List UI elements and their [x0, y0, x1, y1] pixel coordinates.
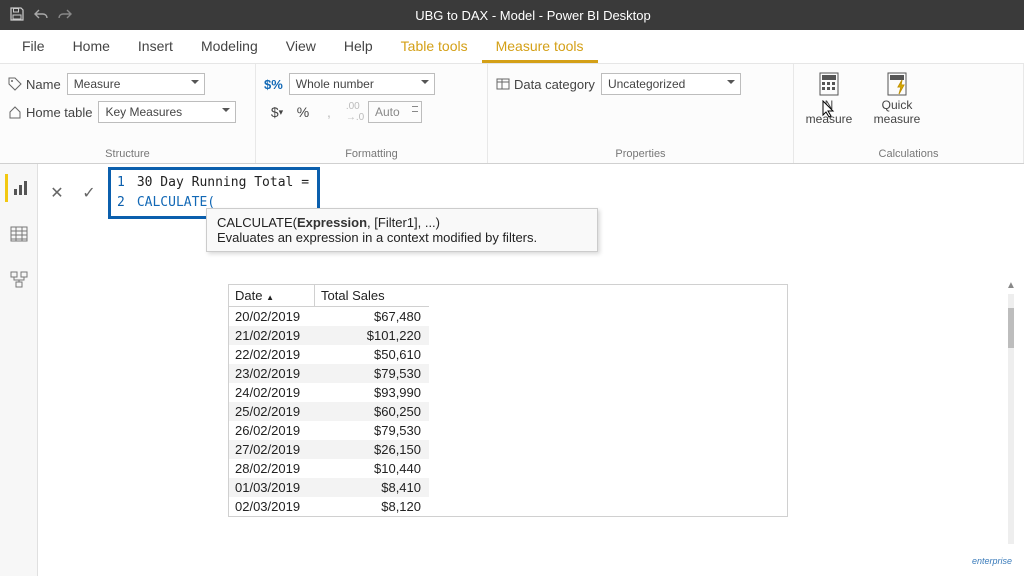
- tab-modeling[interactable]: Modeling: [187, 30, 272, 63]
- formula-commit-button[interactable]: ✓: [76, 180, 102, 206]
- report-view-button[interactable]: [5, 174, 33, 202]
- intellisense-tooltip: CALCULATE(Expression, [Filter1], ...) Ev…: [206, 208, 598, 252]
- table-row[interactable]: 20/02/2019$67,480: [229, 307, 429, 326]
- percent-button[interactable]: %: [290, 99, 316, 125]
- format-icon: $%: [264, 77, 283, 92]
- model-view-button[interactable]: [5, 266, 33, 294]
- scroll-up-arrow[interactable]: ▲: [1006, 280, 1016, 291]
- vertical-scrollbar[interactable]: ▲: [1008, 294, 1014, 544]
- view-switcher: [0, 164, 38, 576]
- titlebar: UBG to DAX - Model - Power BI Desktop: [0, 0, 1024, 30]
- table-row[interactable]: 21/02/2019$101,220: [229, 326, 429, 345]
- model-icon: [10, 271, 28, 289]
- decimal-places-input[interactable]: Auto: [368, 101, 422, 123]
- tooltip-sig-rest: , [Filter1], ...): [367, 215, 440, 230]
- tab-file[interactable]: File: [8, 30, 59, 63]
- tooltip-description: Evaluates an expression in a context mod…: [217, 230, 587, 245]
- col-header-total-sales[interactable]: Total Sales: [315, 285, 427, 306]
- data-table: Date ▲ Total Sales 20/02/2019$67,48021/0…: [229, 285, 429, 516]
- tab-view[interactable]: View: [272, 30, 330, 63]
- table-row[interactable]: 27/02/2019$26,150: [229, 440, 429, 459]
- tag-icon: [8, 77, 22, 91]
- group-label-structure: Structure: [8, 146, 247, 163]
- col-header-date[interactable]: Date ▲: [229, 285, 315, 306]
- save-icon[interactable]: [10, 7, 24, 24]
- data-table-wrap: Date ▲ Total Sales 20/02/2019$67,48021/0…: [228, 284, 788, 517]
- formula-cancel-button[interactable]: ✕: [44, 180, 70, 206]
- ribbon-tabs: File Home Insert Modeling View Help Tabl…: [0, 30, 1024, 64]
- group-structure: Name Measure Home table Key Measures Str…: [0, 64, 256, 163]
- undo-icon[interactable]: [34, 7, 48, 24]
- group-label-properties: Properties: [496, 146, 785, 163]
- calculator-icon: [818, 70, 840, 98]
- redo-icon[interactable]: [58, 7, 72, 24]
- scroll-thumb[interactable]: [1008, 308, 1014, 348]
- comma-button[interactable]: ,: [316, 99, 342, 125]
- table-row[interactable]: 22/02/2019$50,610: [229, 345, 429, 364]
- decimal-button[interactable]: .00→.0: [342, 99, 368, 125]
- data-category-label: Data category: [496, 77, 595, 92]
- table-row[interactable]: 01/03/2019$8,410: [229, 478, 429, 497]
- table-row[interactable]: 23/02/2019$79,530: [229, 364, 429, 383]
- table-row[interactable]: 25/02/2019$60,250: [229, 402, 429, 421]
- home-icon: [8, 105, 22, 119]
- group-calculations: N measure Quick measure Calculations: [794, 64, 1024, 163]
- data-view-button[interactable]: [5, 220, 33, 248]
- tab-table-tools[interactable]: Table tools: [387, 30, 482, 63]
- table-header: Date ▲ Total Sales: [229, 285, 429, 307]
- tab-insert[interactable]: Insert: [124, 30, 187, 63]
- group-label-formatting: Formatting: [264, 146, 479, 163]
- table-icon: [10, 225, 28, 243]
- table-row[interactable]: 02/03/2019$8,120: [229, 497, 429, 516]
- group-formatting: $% Whole number $ ▾ % , .00→.0 Auto Form…: [256, 64, 488, 163]
- name-label: Name: [8, 77, 61, 92]
- data-category-select[interactable]: Uncategorized: [601, 73, 741, 95]
- group-properties: Data category Uncategorized Properties: [488, 64, 794, 163]
- table-row[interactable]: 24/02/2019$93,990: [229, 383, 429, 402]
- tooltip-active-arg: Expression: [297, 215, 367, 230]
- format-select[interactable]: Whole number: [289, 73, 435, 95]
- currency-button[interactable]: $ ▾: [264, 99, 290, 125]
- group-label-calculations: Calculations: [802, 146, 1015, 163]
- table-row[interactable]: 26/02/2019$79,530: [229, 421, 429, 440]
- window-title: UBG to DAX - Model - Power BI Desktop: [82, 8, 1024, 23]
- chart-icon: [12, 179, 30, 197]
- tab-home[interactable]: Home: [59, 30, 124, 63]
- tab-help[interactable]: Help: [330, 30, 387, 63]
- measure-name-input[interactable]: Measure: [67, 73, 205, 95]
- new-measure-button[interactable]: N measure: [802, 70, 856, 126]
- home-table-select[interactable]: Key Measures: [98, 101, 236, 123]
- tooltip-sig-start: CALCULATE(: [217, 215, 297, 230]
- tab-measure-tools[interactable]: Measure tools: [482, 30, 598, 63]
- quick-measure-button[interactable]: Quick measure: [870, 70, 924, 126]
- quick-measure-icon: [886, 70, 908, 98]
- cursor-icon: [822, 100, 836, 118]
- table-row[interactable]: 28/02/2019$10,440: [229, 459, 429, 478]
- category-icon: [496, 77, 510, 91]
- watermark: enterprise: [972, 556, 1012, 566]
- home-table-label: Home table: [8, 105, 92, 120]
- ribbon: Name Measure Home table Key Measures Str…: [0, 64, 1024, 164]
- canvas: ✕ ✓ 1 30 Day Running Total = 2 CALCULATE…: [38, 164, 1024, 576]
